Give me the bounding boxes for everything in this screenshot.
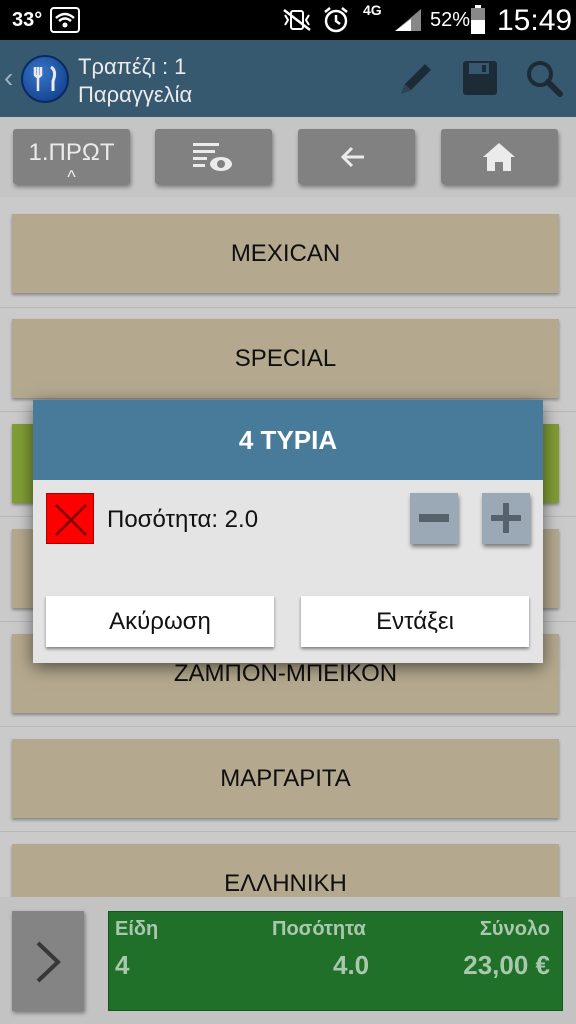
alarm-icon (322, 6, 350, 39)
app-screen: 33° 4G 52% 15:49 ‹ Τραπέζι : 1 Παραγγελί… (0, 0, 576, 1024)
dialog-title: 4 ΤΥΡΙΑ (33, 400, 543, 480)
cancel-button[interactable]: Ακύρωση (46, 596, 274, 647)
close-icon (55, 504, 87, 536)
battery-percent-text: 52% (430, 9, 471, 31)
quantity-text: Ποσότητα: 2.0 (107, 506, 259, 533)
increase-quantity-button[interactable] (482, 493, 530, 544)
remove-item-button[interactable] (46, 493, 94, 544)
quantity-dialog: 4 ΤΥΡΙΑ Ποσότητα: 2.0 Ακύρωση Εντάξει (33, 400, 543, 663)
temperature-text: 33° (12, 9, 43, 31)
status-bar: 33° 4G 52% 15:49 (0, 0, 576, 40)
wifi-icon (50, 7, 80, 38)
plus-icon (491, 503, 521, 533)
ok-button[interactable]: Εντάξει (301, 596, 529, 647)
network-type-text: 4G (363, 2, 382, 18)
vibrate-mute-icon (280, 7, 314, 38)
decrease-quantity-button[interactable] (410, 493, 458, 544)
minus-icon (419, 514, 449, 522)
signal-icon (393, 7, 423, 38)
clock-text: 15:49 (497, 4, 573, 37)
battery-icon (470, 5, 486, 40)
